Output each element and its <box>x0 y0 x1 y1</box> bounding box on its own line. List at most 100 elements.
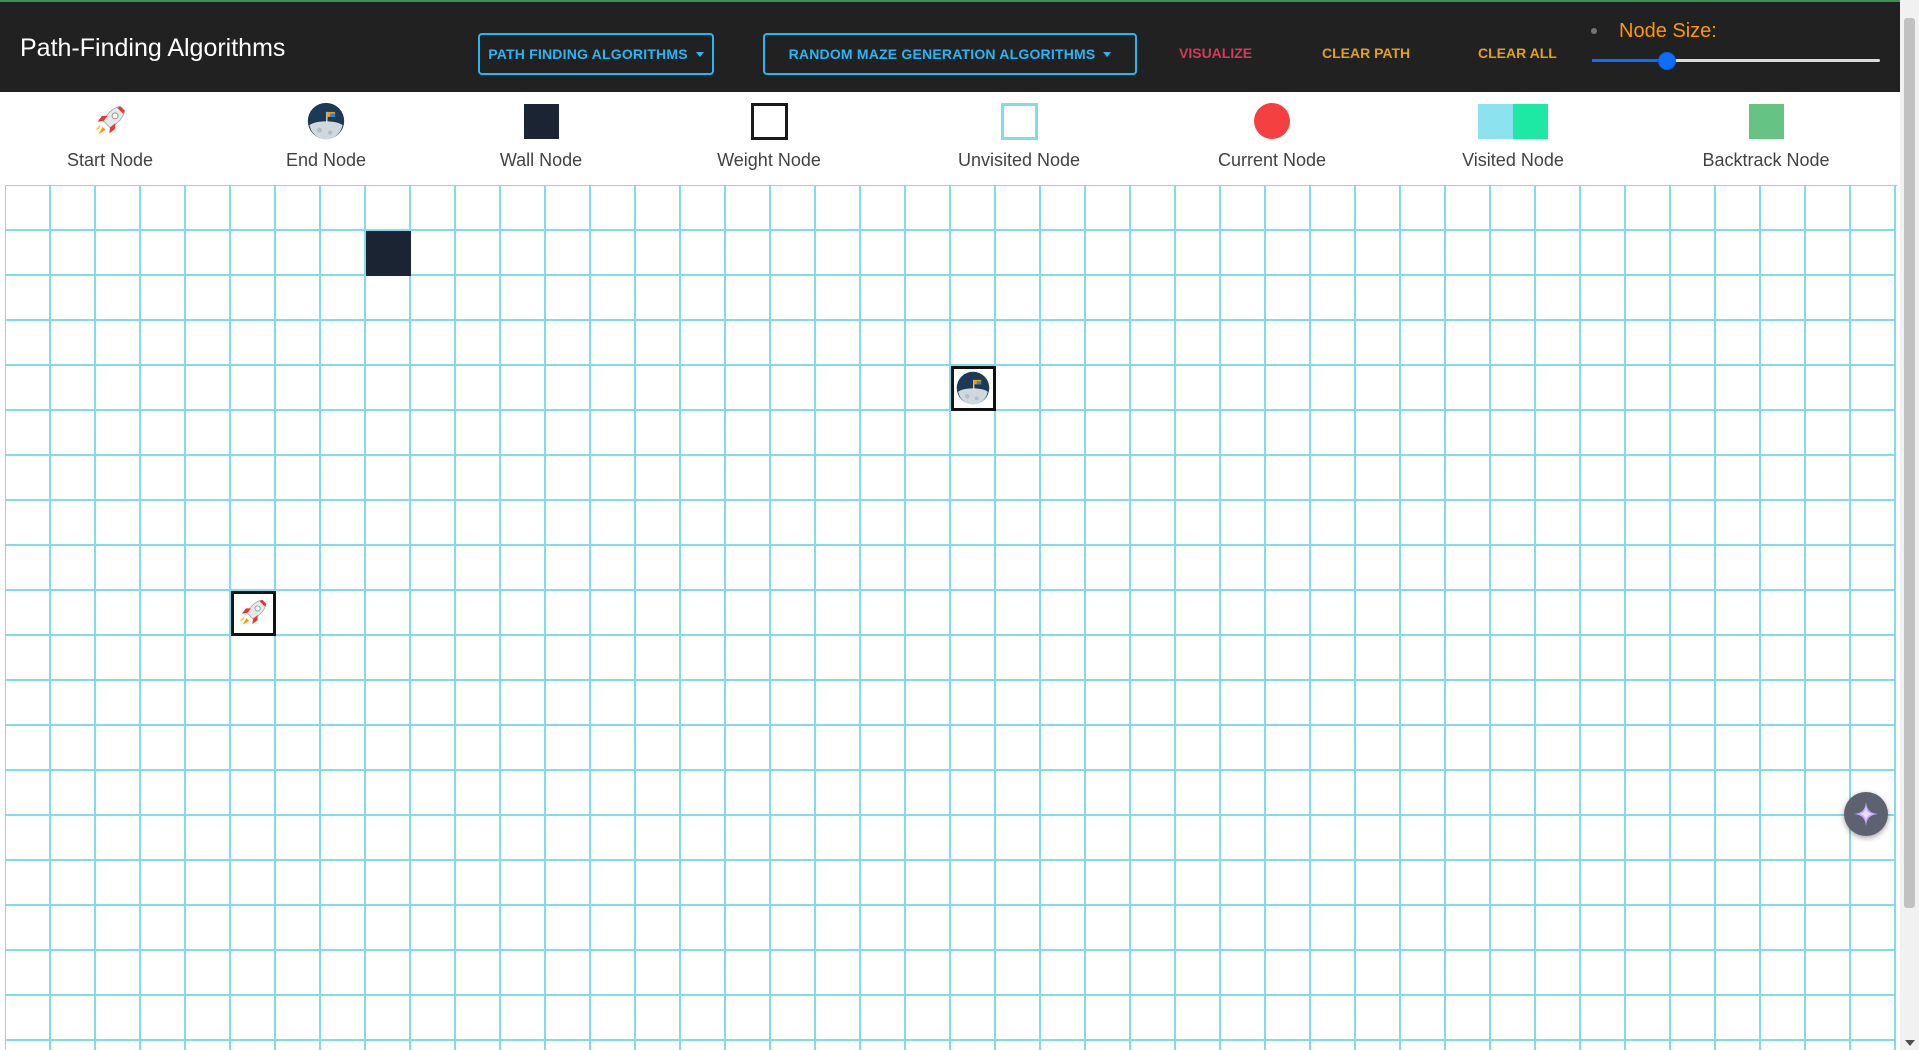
grid-cell[interactable] <box>276 771 321 816</box>
grid-cell[interactable] <box>1716 861 1761 906</box>
grid-cell[interactable] <box>1626 906 1671 951</box>
grid-cell[interactable] <box>1446 591 1491 636</box>
grid-cell[interactable] <box>1401 726 1446 771</box>
grid-cell[interactable] <box>6 1041 51 1050</box>
grid-cell[interactable] <box>1851 636 1896 681</box>
grid-cell[interactable] <box>1491 681 1536 726</box>
grid-cell[interactable] <box>636 411 681 456</box>
grid-cell[interactable] <box>1851 456 1896 501</box>
grid-cell[interactable] <box>456 726 501 771</box>
grid-cell[interactable] <box>1491 771 1536 816</box>
grid-cell[interactable] <box>591 501 636 546</box>
grid-cell[interactable] <box>456 951 501 996</box>
sparkle-assistant-button[interactable] <box>1844 792 1888 836</box>
grid-cell[interactable] <box>1851 996 1896 1041</box>
grid-cell[interactable] <box>366 276 411 321</box>
grid-cell[interactable] <box>1221 816 1266 861</box>
grid-cell[interactable] <box>1221 681 1266 726</box>
grid-cell[interactable] <box>231 636 276 681</box>
grid-cell[interactable] <box>141 591 186 636</box>
grid-cell[interactable] <box>1806 591 1851 636</box>
grid-cell[interactable] <box>1311 816 1356 861</box>
grid-cell[interactable] <box>1086 321 1131 366</box>
grid-cell[interactable] <box>141 726 186 771</box>
grid-cell[interactable] <box>1761 411 1806 456</box>
grid-cell[interactable] <box>996 186 1041 231</box>
grid-cell[interactable] <box>1626 771 1671 816</box>
grid-cell[interactable] <box>1041 186 1086 231</box>
grid-cell[interactable] <box>321 996 366 1041</box>
grid-cell[interactable] <box>816 231 861 276</box>
grid-cell[interactable] <box>51 276 96 321</box>
grid-cell[interactable] <box>51 546 96 591</box>
grid-cell[interactable] <box>51 501 96 546</box>
grid-cell[interactable] <box>1356 366 1401 411</box>
grid-cell[interactable] <box>546 546 591 591</box>
grid-cell[interactable] <box>726 591 771 636</box>
grid-cell[interactable] <box>231 681 276 726</box>
grid-cell[interactable] <box>1356 546 1401 591</box>
grid-cell[interactable] <box>456 906 501 951</box>
grid-cell[interactable] <box>1626 726 1671 771</box>
grid-cell[interactable] <box>636 231 681 276</box>
grid-cell[interactable] <box>1536 546 1581 591</box>
grid-cell[interactable] <box>546 276 591 321</box>
grid-cell[interactable] <box>1491 726 1536 771</box>
vertical-scrollbar[interactable] <box>1900 0 1919 1050</box>
grid-cell[interactable] <box>1401 276 1446 321</box>
grid-cell[interactable] <box>1536 276 1581 321</box>
grid-cell[interactable] <box>681 861 726 906</box>
grid-cell[interactable] <box>1176 951 1221 996</box>
grid-cell[interactable] <box>6 861 51 906</box>
grid-cell[interactable] <box>1311 411 1356 456</box>
grid-cell[interactable] <box>861 231 906 276</box>
grid-cell[interactable] <box>1311 231 1356 276</box>
grid-cell[interactable] <box>681 546 726 591</box>
grid-cell[interactable] <box>771 861 816 906</box>
grid-cell[interactable] <box>1176 456 1221 501</box>
grid-cell[interactable] <box>1266 591 1311 636</box>
grid-cell[interactable] <box>96 1041 141 1050</box>
grid-cell[interactable] <box>1041 366 1086 411</box>
grid-cell[interactable] <box>681 681 726 726</box>
grid-cell[interactable] <box>1176 1041 1221 1050</box>
grid-cell[interactable] <box>141 951 186 996</box>
grid-cell[interactable] <box>51 816 96 861</box>
grid-cell[interactable] <box>816 771 861 816</box>
grid-cell[interactable] <box>1761 681 1806 726</box>
grid-cell[interactable] <box>1176 996 1221 1041</box>
grid-cell[interactable] <box>1086 366 1131 411</box>
grid-cell[interactable] <box>861 951 906 996</box>
grid-cell[interactable] <box>1806 816 1851 861</box>
grid-cell[interactable] <box>636 996 681 1041</box>
grid-cell[interactable] <box>591 591 636 636</box>
grid-cell[interactable] <box>1491 1041 1536 1050</box>
grid-cell[interactable] <box>1266 951 1311 996</box>
grid-cell[interactable] <box>276 951 321 996</box>
grid-cell[interactable] <box>1311 996 1356 1041</box>
grid-cell[interactable] <box>1716 366 1761 411</box>
grid-cell[interactable] <box>6 366 51 411</box>
grid-cell[interactable] <box>1266 366 1311 411</box>
grid-cell[interactable] <box>951 771 996 816</box>
grid-cell[interactable] <box>1536 861 1581 906</box>
grid-cell[interactable] <box>1761 951 1806 996</box>
grid-cell[interactable] <box>1851 906 1896 951</box>
grid-cell[interactable] <box>1761 1041 1806 1050</box>
grid-cell[interactable] <box>141 366 186 411</box>
grid-cell[interactable] <box>1356 456 1401 501</box>
grid-cell[interactable] <box>681 636 726 681</box>
grid-cell[interactable] <box>681 231 726 276</box>
grid-cell[interactable] <box>591 906 636 951</box>
grid-cell[interactable] <box>366 771 411 816</box>
grid-cell[interactable] <box>1851 231 1896 276</box>
grid-cell[interactable] <box>1266 636 1311 681</box>
grid-cell[interactable] <box>141 231 186 276</box>
grid-cell[interactable] <box>501 906 546 951</box>
pathfinding-grid[interactable] <box>5 185 1897 1050</box>
grid-cell[interactable] <box>681 186 726 231</box>
grid-cell[interactable] <box>546 186 591 231</box>
grid-cell[interactable] <box>1491 366 1536 411</box>
grid-cell[interactable] <box>186 276 231 321</box>
grid-cell[interactable] <box>1851 276 1896 321</box>
